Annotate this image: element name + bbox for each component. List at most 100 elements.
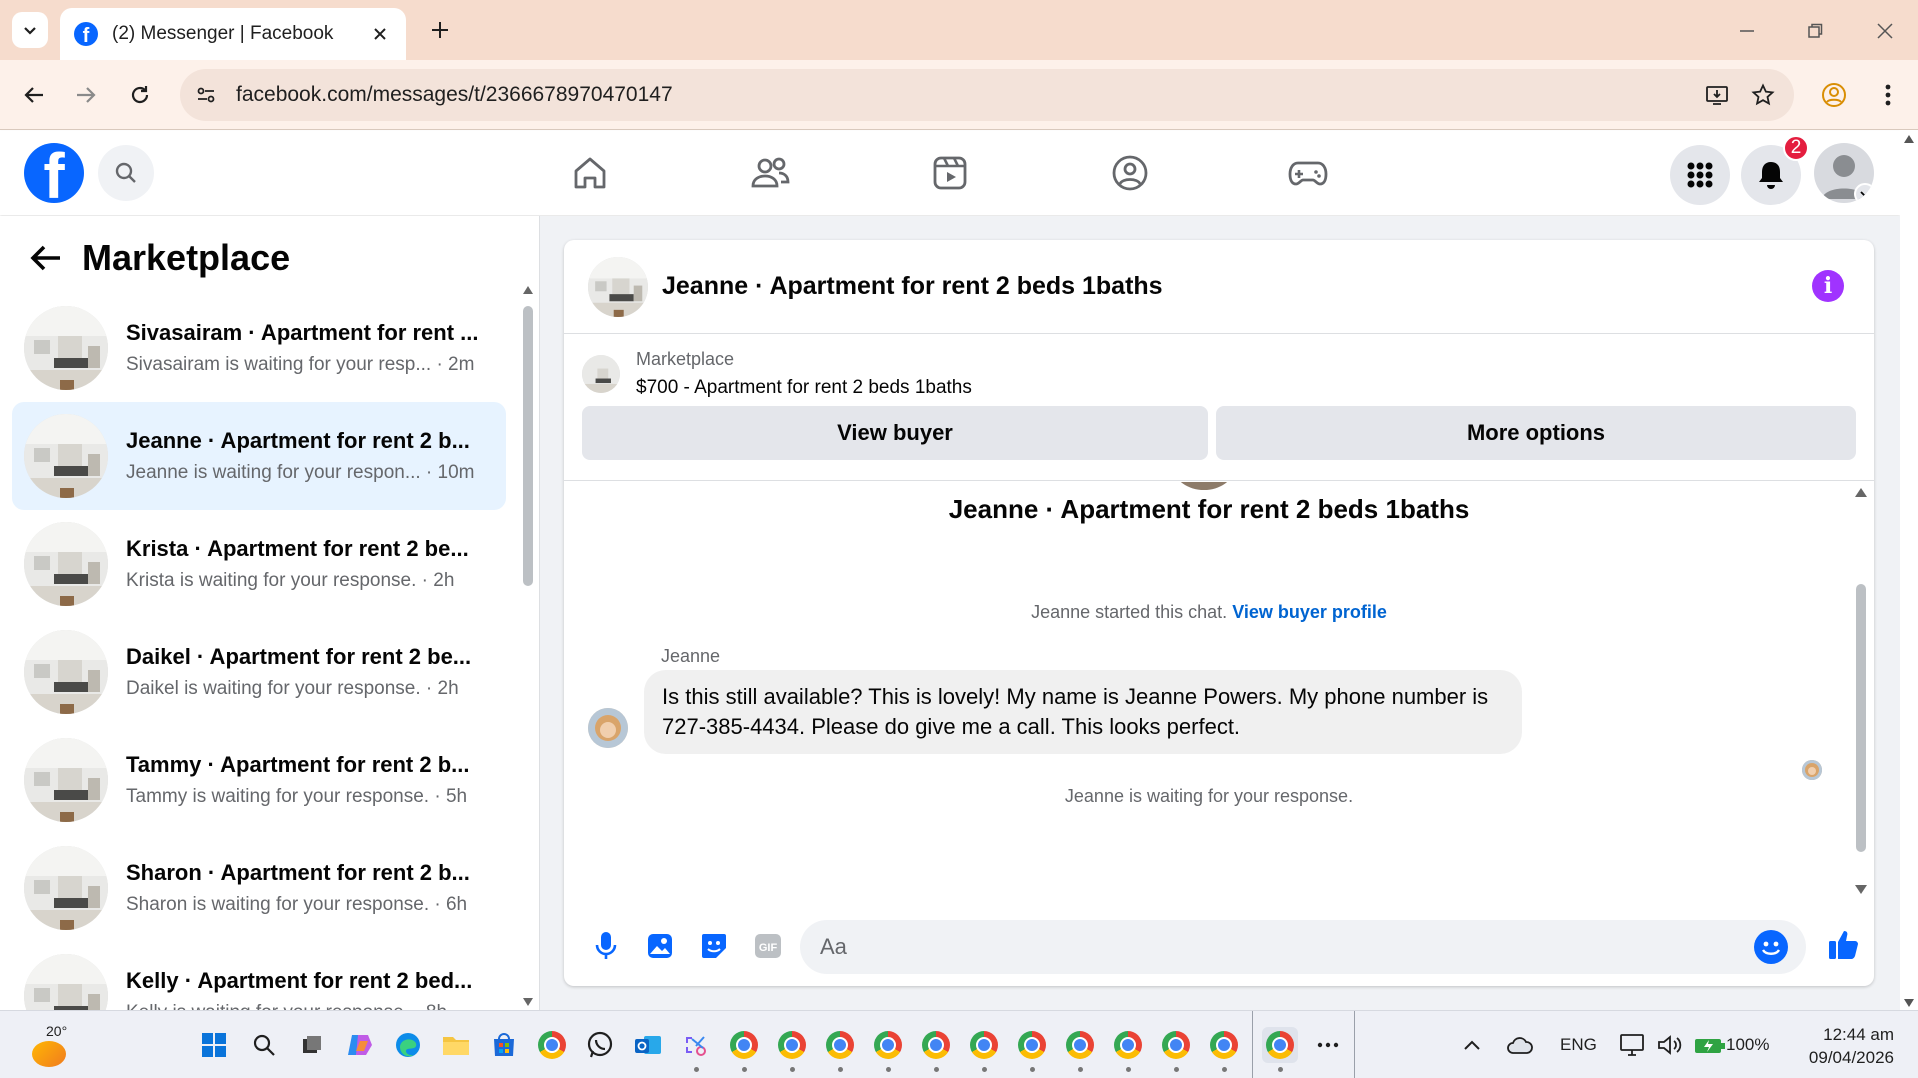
task-view-button[interactable] xyxy=(294,1027,330,1063)
volume-button[interactable] xyxy=(1652,1027,1688,1063)
seen-indicator-avatar xyxy=(1802,760,1822,780)
search-icon xyxy=(115,162,136,183)
message-scrollbar[interactable] xyxy=(1852,484,1870,894)
scroll-up-arrow-icon[interactable] xyxy=(523,286,533,294)
browser-tab-strip: f (2) Messenger | Facebook xyxy=(0,0,1918,60)
chrome-window-button-4[interactable] xyxy=(870,1027,906,1072)
nav-gaming[interactable] xyxy=(1238,143,1378,203)
whatsapp-button[interactable] xyxy=(582,1027,618,1063)
conversation-item[interactable]: Daikel · Apartment for rent 2 be... Daike… xyxy=(12,618,506,726)
chrome-window-button-8[interactable] xyxy=(1062,1027,1098,1072)
back-arrow-button[interactable] xyxy=(24,236,68,280)
bookmark-button[interactable] xyxy=(1740,72,1786,118)
facebook-logo[interactable]: f xyxy=(24,143,84,203)
conversation-list-scrollbar[interactable] xyxy=(520,286,536,1006)
url-text[interactable]: facebook.com/messages/t/2366678970470147 xyxy=(236,83,1694,107)
voice-clip-button[interactable] xyxy=(588,928,624,964)
chrome-window-button-9[interactable] xyxy=(1110,1027,1146,1072)
chrome-window-button-3[interactable] xyxy=(822,1027,858,1072)
chrome-window-button-2[interactable] xyxy=(774,1027,810,1072)
reload-button[interactable] xyxy=(122,77,158,113)
listing-price-title[interactable]: $700 - Apartment for rent 2 beds 1baths xyxy=(636,377,972,399)
nav-watch[interactable] xyxy=(880,143,1020,203)
start-button[interactable] xyxy=(196,1027,232,1063)
conversation-item[interactable]: Krista · Apartment for rent 2 be... Krist… xyxy=(12,510,506,618)
new-tab-button[interactable] xyxy=(424,14,456,46)
outlook-button[interactable] xyxy=(630,1027,666,1063)
scroll-down-arrow-icon[interactable] xyxy=(523,998,533,1006)
close-window-button[interactable] xyxy=(1868,14,1902,48)
chrome-window-button-10[interactable] xyxy=(1158,1027,1194,1072)
file-explorer-button[interactable] xyxy=(438,1027,474,1063)
chrome-window-button-7[interactable] xyxy=(1014,1027,1050,1072)
chrome-icon xyxy=(1162,1031,1190,1059)
snipping-tool-button[interactable] xyxy=(678,1027,714,1072)
address-bar[interactable]: facebook.com/messages/t/2366678970470147 xyxy=(180,69,1794,121)
page-scrollbar[interactable] xyxy=(1900,131,1918,1011)
listing-thumbnail xyxy=(24,522,108,606)
conversation-item[interactable]: Sivasairam · Apartment for rent ... Sivas… xyxy=(12,294,506,402)
store-button[interactable] xyxy=(486,1027,522,1063)
scrollbar-thumb[interactable] xyxy=(1856,584,1866,852)
notifications-button[interactable]: 2 xyxy=(1741,135,1809,205)
conversation-item[interactable]: Kelly · Apartment for rent 2 bed... Kelly… xyxy=(12,942,506,1010)
listing-thumbnail[interactable] xyxy=(588,256,648,317)
system-clock[interactable]: 12:44 am 09/04/2026 xyxy=(1770,1023,1894,1069)
scroll-down-arrow-icon[interactable] xyxy=(1855,885,1867,894)
clock-date: 09/04/2026 xyxy=(1808,1048,1894,1067)
chrome-window-button-1[interactable] xyxy=(726,1027,762,1072)
tab-search-button[interactable] xyxy=(12,12,48,48)
chrome-window-button-5[interactable] xyxy=(918,1027,954,1072)
taskbar-overflow-button[interactable] xyxy=(1310,1027,1346,1063)
conversation-item[interactable]: Jeanne · Apartment for rent 2 b... Jeanne… xyxy=(12,402,506,510)
nav-friends[interactable] xyxy=(700,143,840,203)
gif-button[interactable]: GIF xyxy=(750,928,786,964)
nav-home[interactable] xyxy=(520,143,660,203)
copilot-button[interactable] xyxy=(342,1027,378,1063)
taskbar-search-button[interactable] xyxy=(246,1027,282,1063)
conversation-text: Kelly · Apartment for rent 2 bed... Kelly… xyxy=(126,968,486,1010)
browser-tab-messenger[interactable]: f (2) Messenger | Facebook xyxy=(60,8,406,60)
scroll-up-arrow-icon[interactable] xyxy=(1904,135,1914,143)
nav-groups[interactable] xyxy=(1060,143,1200,203)
restore-button[interactable] xyxy=(1798,14,1832,48)
chrome-taskbar-button[interactable] xyxy=(534,1027,570,1063)
more-options-button[interactable]: More options xyxy=(1216,406,1856,460)
edge-button[interactable] xyxy=(390,1027,426,1063)
onedrive-button[interactable] xyxy=(1502,1027,1538,1063)
forward-button[interactable] xyxy=(68,77,104,113)
message-bubble[interactable]: Is this still available? This is lovely!… xyxy=(644,670,1522,754)
battery-button[interactable] xyxy=(1692,1027,1728,1063)
tab-close-icon[interactable] xyxy=(368,22,392,46)
account-avatar[interactable] xyxy=(1814,143,1874,203)
chrome-active-window-button[interactable] xyxy=(1262,1027,1298,1072)
sticker-button[interactable] xyxy=(696,928,732,964)
browser-menu-button[interactable] xyxy=(1870,77,1906,113)
language-indicator[interactable]: ENG xyxy=(1560,1035,1597,1055)
install-app-button[interactable] xyxy=(1694,72,1740,118)
site-info-icon[interactable] xyxy=(180,69,232,121)
chrome-window-button-11[interactable] xyxy=(1206,1027,1242,1072)
scroll-up-arrow-icon[interactable] xyxy=(1855,488,1867,497)
profile-button[interactable] xyxy=(1816,77,1852,113)
scrollbar-thumb[interactable] xyxy=(523,306,533,586)
conversation-info-button[interactable]: i xyxy=(1812,270,1844,302)
scroll-down-arrow-icon[interactable] xyxy=(1904,999,1914,1007)
attach-photo-button[interactable] xyxy=(642,928,678,964)
conversation-item[interactable]: Tammy · Apartment for rent 2 b... Tammy i… xyxy=(12,726,506,834)
back-button[interactable] xyxy=(16,77,52,113)
send-like-button[interactable] xyxy=(1826,926,1862,962)
minimize-button[interactable] xyxy=(1730,14,1764,48)
network-button[interactable] xyxy=(1614,1027,1650,1063)
weather-widget[interactable]: 20° xyxy=(30,1021,80,1071)
view-buyer-button[interactable]: View buyer xyxy=(582,406,1208,460)
facebook-search-button[interactable] xyxy=(98,145,154,201)
view-buyer-profile-link[interactable]: View buyer profile xyxy=(1232,602,1387,622)
conversation-item[interactable]: Sharon · Apartment for rent 2 b... Sharon… xyxy=(12,834,506,942)
sender-avatar[interactable] xyxy=(588,708,628,748)
show-hidden-icons-button[interactable] xyxy=(1454,1027,1490,1063)
message-input[interactable]: Aa xyxy=(800,920,1806,974)
emoji-button[interactable] xyxy=(1754,930,1788,964)
chrome-window-button-6[interactable] xyxy=(966,1027,1002,1072)
menu-grid-button[interactable] xyxy=(1670,145,1730,205)
